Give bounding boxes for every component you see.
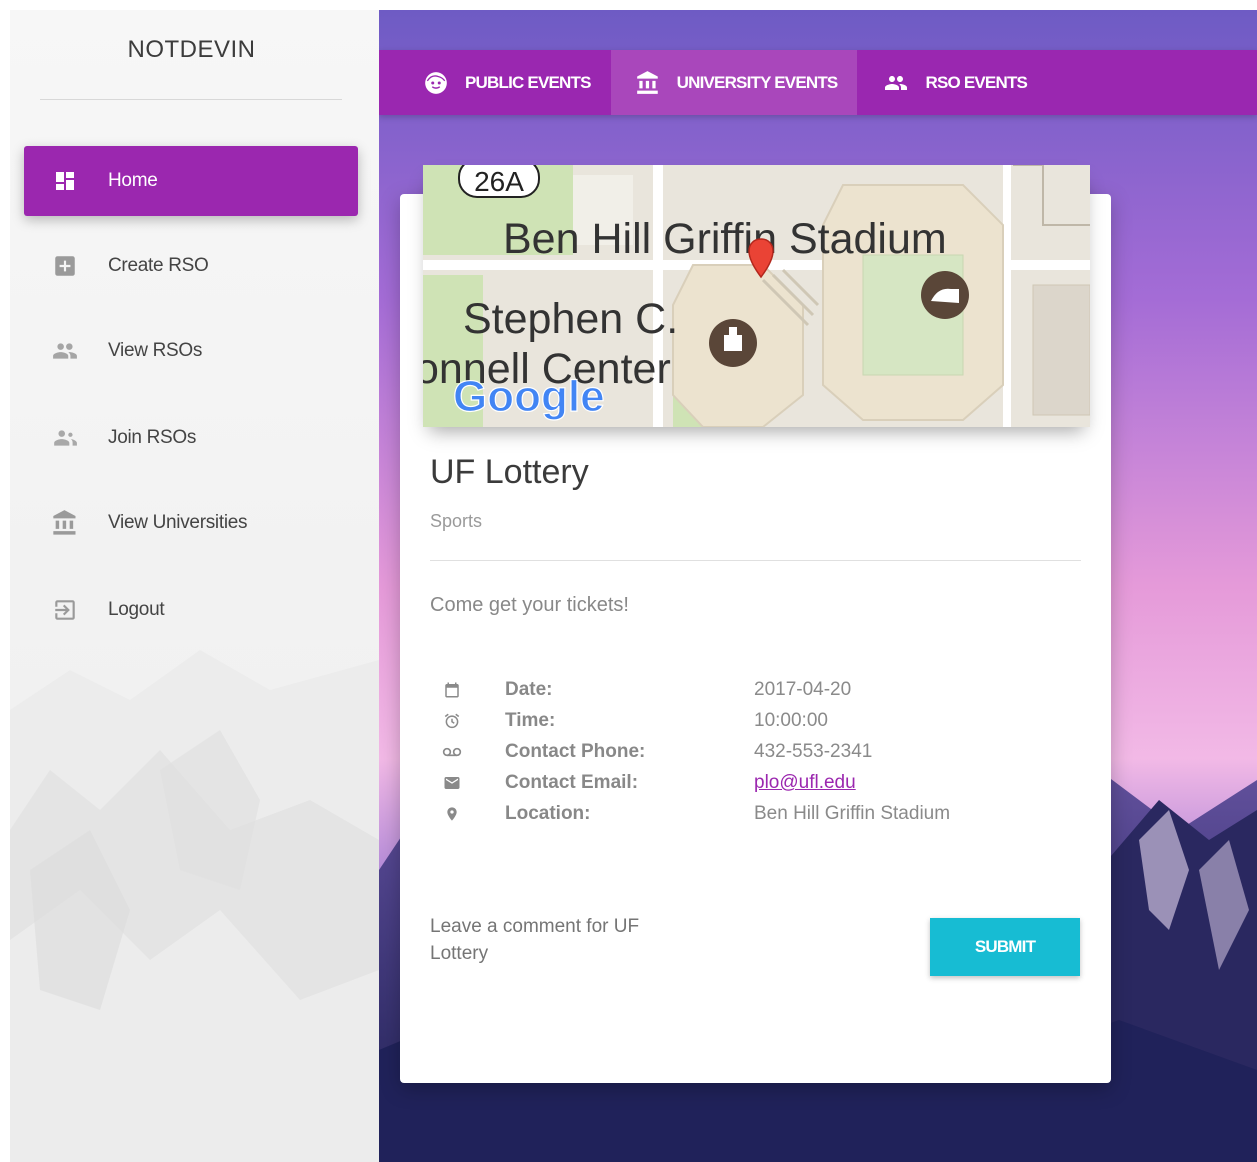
detail-label: Date: [505, 679, 553, 700]
event-title: UF Lottery [430, 453, 589, 491]
comment-input[interactable] [430, 913, 690, 967]
event-description: Come get your tickets! [430, 594, 629, 616]
sidebar-item-create-rso[interactable]: Create RSO [24, 231, 358, 301]
people-icon [50, 336, 80, 366]
detail-row-date: Date: 2017-04-20 [439, 675, 1039, 705]
brand-title: NOTDEVIN [127, 36, 256, 63]
calendar-icon [439, 681, 465, 699]
card-divider [430, 560, 1081, 561]
group-add-icon [50, 423, 80, 453]
location-pin-icon [439, 804, 465, 824]
google-logo: Google [453, 372, 605, 421]
event-category: Sports [430, 511, 483, 531]
detail-row-location: Location: Ben Hill Griffin Stadium [439, 799, 1039, 829]
sidebar-item-join-rsos[interactable]: Join RSOs [24, 403, 358, 473]
alarm-icon [439, 712, 465, 730]
detail-row-email: Contact Email: plo@ufl.edu [439, 768, 1039, 798]
sidebar-item-label: View RSOs [108, 340, 203, 361]
map-route-shield: 26A [474, 166, 524, 197]
detail-label: Location: [505, 803, 591, 824]
detail-value-phone: 432-553-2341 [754, 741, 873, 762]
sidebar-item-label: View Universities [108, 512, 248, 533]
tab-label: RSO EVENTS [925, 72, 1028, 92]
sidebar-item-label: Create RSO [108, 255, 209, 276]
tab-rso-events[interactable]: RSO EVENTS [857, 50, 1047, 115]
voicemail-icon [439, 745, 465, 759]
sidebar-item-label: Join RSOs [108, 427, 197, 448]
detail-label: Contact Email: [505, 772, 639, 793]
submit-button[interactable]: SUBMIT [930, 918, 1080, 976]
sidebar-item-label: Home [108, 170, 158, 191]
detail-row-time: Time: 10:00:00 [439, 706, 1039, 736]
face-icon [423, 70, 449, 96]
detail-row-phone: Contact Phone: 432-553-2341 [439, 737, 1039, 767]
sidebar: NOTDEVIN Home Create RSO View RSOs Join … [10, 10, 379, 1162]
add-box-icon [50, 251, 80, 281]
brand-divider [40, 99, 342, 100]
contact-email-link[interactable]: plo@ufl.edu [754, 772, 856, 794]
bank-icon [635, 70, 661, 96]
detail-value-time: 10:00:00 [754, 710, 828, 731]
sidebar-item-view-universities[interactable]: View Universities [24, 488, 358, 558]
bank-icon [50, 508, 80, 538]
sidebar-item-label: Logout [108, 599, 165, 620]
map-label-stadium: Ben Hill Griffin Stadium [503, 215, 947, 263]
exit-icon [50, 595, 80, 625]
detail-value-date: 2017-04-20 [754, 679, 852, 700]
tab-public-events[interactable]: PUBLIC EVENTS [379, 50, 611, 115]
tab-university-events[interactable]: UNIVERSITY EVENTS [610, 50, 858, 115]
event-map[interactable]: 26A Ben Hill Griffin Stadium Stephen C. … [423, 165, 1090, 427]
detail-label: Time: [505, 710, 556, 731]
map-label-center-1: Stephen C. [463, 295, 678, 343]
tab-label: PUBLIC EVENTS [465, 72, 591, 92]
people-icon [883, 70, 909, 96]
sidebar-item-logout[interactable]: Logout [24, 575, 358, 645]
sidebar-item-view-rsos[interactable]: View RSOs [24, 316, 358, 386]
event-tabs: PUBLIC EVENTS UNIVERSITY EVENTS RSO EVEN… [379, 50, 1257, 115]
tab-label: UNIVERSITY EVENTS [676, 72, 839, 92]
detail-label: Contact Phone: [505, 741, 646, 762]
detail-value-location: Ben Hill Griffin Stadium [754, 803, 951, 824]
main-content: PUBLIC EVENTS UNIVERSITY EVENTS RSO EVEN… [379, 10, 1257, 1162]
dashboard-icon [50, 166, 80, 196]
sidebar-item-home[interactable]: Home [24, 146, 358, 216]
mail-icon [439, 775, 465, 791]
